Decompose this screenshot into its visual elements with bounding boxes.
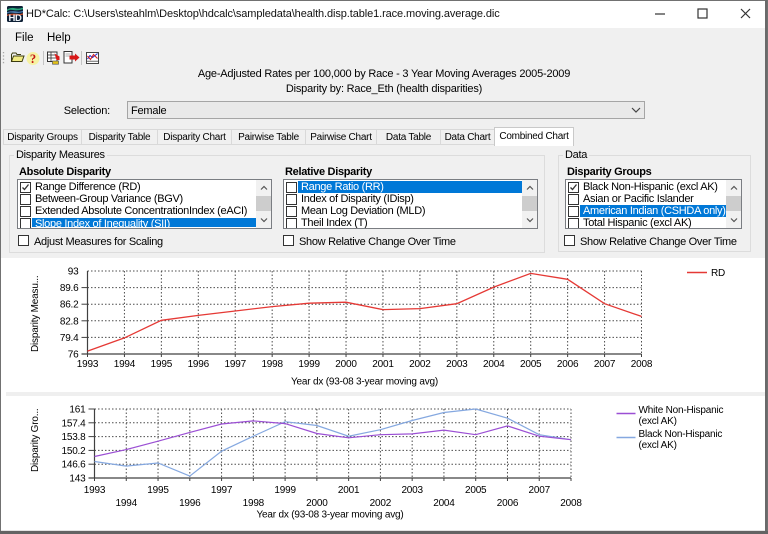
svg-text:1994: 1994 [114, 359, 136, 370]
svg-text:2006: 2006 [497, 498, 519, 509]
svg-text:1995: 1995 [151, 359, 173, 370]
svg-text:(excl AK): (excl AK) [639, 416, 677, 427]
svg-text:2008: 2008 [631, 359, 653, 370]
svg-text:2007: 2007 [529, 485, 551, 496]
svg-text:2004: 2004 [433, 498, 455, 509]
svg-text:2000: 2000 [335, 359, 357, 370]
svg-text:Disparity Gro...: Disparity Gro... [30, 409, 41, 472]
svg-text:2004: 2004 [483, 359, 505, 370]
svg-text:79.4: 79.4 [60, 333, 79, 344]
svg-text:86.2: 86.2 [60, 300, 79, 311]
svg-text:89.6: 89.6 [60, 283, 79, 294]
svg-text:1997: 1997 [211, 485, 233, 496]
svg-text:1993: 1993 [84, 485, 106, 496]
svg-text:1993: 1993 [77, 359, 99, 370]
svg-text:1997: 1997 [225, 359, 247, 370]
svg-text:2002: 2002 [370, 498, 392, 509]
svg-text:93: 93 [68, 267, 79, 278]
svg-text:1998: 1998 [243, 498, 265, 509]
svg-text:143: 143 [69, 474, 86, 485]
svg-text:HD: HD [8, 13, 22, 22]
svg-text:146.6: 146.6 [61, 460, 86, 471]
svg-text:Year dx (93-08 3-year moving a: Year dx (93-08 3-year moving avg) [257, 510, 404, 521]
svg-text:1996: 1996 [179, 498, 201, 509]
svg-text:(excl AK): (excl AK) [639, 440, 677, 451]
svg-text:?: ? [30, 52, 36, 66]
svg-text:2003: 2003 [401, 485, 423, 496]
svg-text:1998: 1998 [261, 359, 283, 370]
svg-text:2002: 2002 [409, 359, 431, 370]
svg-text:2001: 2001 [338, 485, 360, 496]
svg-text:Year dx (93-08 3-year moving a: Year dx (93-08 3-year moving avg) [291, 377, 438, 388]
svg-text:2006: 2006 [557, 359, 579, 370]
svg-text:150.2: 150.2 [61, 446, 86, 457]
svg-text:2005: 2005 [520, 359, 542, 370]
svg-text:82.8: 82.8 [60, 316, 79, 327]
svg-text:2001: 2001 [372, 359, 394, 370]
svg-text:153.8: 153.8 [61, 432, 86, 443]
svg-text:RD: RD [711, 268, 725, 279]
svg-text:2007: 2007 [594, 359, 616, 370]
svg-text:White Non-Hispanic: White Non-Hispanic [639, 405, 724, 416]
svg-text:1999: 1999 [298, 359, 320, 370]
svg-text:2008: 2008 [560, 498, 582, 509]
svg-text:2005: 2005 [465, 485, 487, 496]
svg-text:161: 161 [69, 405, 86, 416]
svg-text:1995: 1995 [147, 485, 169, 496]
svg-text:2000: 2000 [306, 498, 328, 509]
svg-text:1999: 1999 [274, 485, 296, 496]
svg-text:1994: 1994 [116, 498, 138, 509]
svg-text:157.4: 157.4 [61, 418, 86, 429]
svg-text:1996: 1996 [188, 359, 210, 370]
svg-text:Disparity Measu...: Disparity Measu... [30, 276, 41, 352]
svg-text:2003: 2003 [446, 359, 468, 370]
svg-text:Black Non-Hispanic: Black Non-Hispanic [639, 429, 723, 440]
